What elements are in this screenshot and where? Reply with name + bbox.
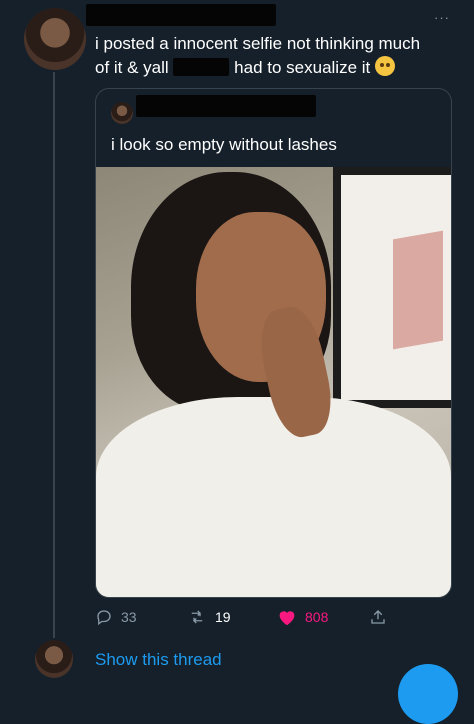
selfie-photo[interactable] [96,167,451,597]
tweet-text-line1: i posted a innocent selfie not thinking … [95,34,421,53]
tweet-text-line2-end: had to sexualize it [234,58,371,77]
show-thread-link[interactable]: Show this thread [95,650,222,670]
retweet-count: 19 [215,609,231,625]
redacted-quoted-author [136,95,316,117]
like-count: 808 [305,609,329,625]
thread-avatar[interactable] [35,640,73,678]
compose-tweet-button[interactable] [398,664,458,724]
robe-shape [96,397,451,597]
tweet-text: i posted a innocent selfie not thinking … [95,32,455,80]
reply-button[interactable]: 33 [95,608,137,626]
quoted-author-avatar[interactable] [111,102,133,124]
wall-frame [333,167,451,408]
retweet-icon [191,610,203,624]
retweet-button[interactable]: 19 [187,608,231,626]
share-button[interactable] [369,608,387,626]
like-button[interactable]: 808 [277,608,328,626]
tweet-text-line2-start: of it & yall [95,58,169,77]
more-options-icon[interactable]: ··· [434,10,450,25]
quoted-tweet-card[interactable]: i look so empty without lashes [95,88,452,598]
reply-icon [97,610,111,626]
thread-connector-line [53,72,55,638]
crying-face-emoji-icon [375,56,395,76]
redacted-mention [173,58,230,76]
share-icon [371,610,385,624]
author-avatar[interactable] [24,8,86,70]
redacted-author-name [86,4,276,26]
heart-icon [279,611,295,626]
quoted-tweet-text: i look so empty without lashes [111,135,337,154]
reply-count: 33 [121,609,137,625]
tweet-actions-bar: 33 19 808 [95,604,395,632]
